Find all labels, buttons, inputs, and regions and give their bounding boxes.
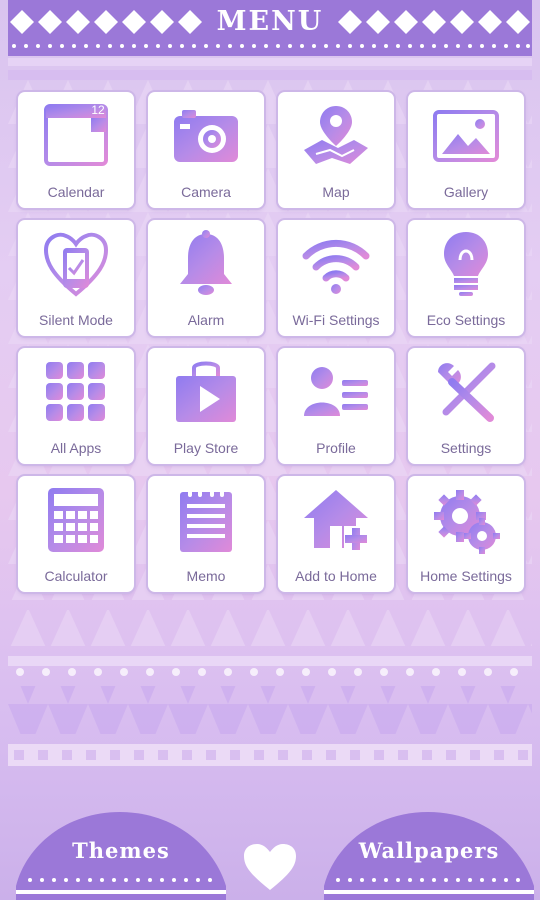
tile-label: Gallery: [443, 184, 489, 200]
app-grid-icon: [46, 362, 105, 421]
alarm-bell-icon: [180, 230, 232, 295]
play-store-icon: [176, 361, 236, 422]
tile-label: Memo: [186, 568, 226, 584]
tile-calculator[interactable]: Calculator: [18, 476, 134, 592]
calendar-day-badge: 12: [91, 103, 105, 117]
tile-label: Add to Home: [295, 568, 377, 584]
tile-label: Camera: [181, 184, 231, 200]
tile-all-apps[interactable]: All Apps: [18, 348, 134, 464]
header-bar: MENU: [8, 0, 532, 56]
tile-label: Calendar: [47, 184, 105, 200]
gallery-icon: [433, 110, 499, 162]
app-grid: 12 Calendar Camera Map Gallery Silent Mo…: [18, 92, 524, 596]
tile-gallery[interactable]: Gallery: [408, 92, 524, 208]
tile-camera[interactable]: Camera: [148, 92, 264, 208]
add-home-icon: [304, 490, 368, 550]
tools-icon: [438, 362, 496, 422]
tile-profile[interactable]: Profile: [278, 348, 394, 464]
silent-mode-icon: [43, 232, 109, 297]
decor-stripe: [8, 58, 532, 66]
map-icon: [304, 106, 368, 164]
profile-icon: [304, 367, 368, 416]
tile-label: Wi-Fi Settings: [292, 312, 380, 328]
wallpapers-label: Wallpapers: [358, 838, 500, 863]
tile-map[interactable]: Map: [278, 92, 394, 208]
tile-label: All Apps: [50, 440, 102, 456]
wallpapers-button[interactable]: Wallpapers: [324, 808, 534, 900]
tile-label: Alarm: [187, 312, 225, 328]
tile-label: Home Settings: [420, 568, 512, 584]
tile-eco-settings[interactable]: Eco Settings: [408, 220, 524, 336]
bulb-icon: [444, 232, 488, 296]
tile-label: Play Store: [173, 440, 239, 456]
tile-alarm[interactable]: Alarm: [148, 220, 264, 336]
camera-icon: [174, 110, 238, 162]
tile-play-store[interactable]: Play Store: [148, 348, 264, 464]
themes-button[interactable]: Themes: [16, 808, 226, 900]
tile-add-to-home[interactable]: Add to Home: [278, 476, 394, 592]
tile-label: Eco Settings: [426, 312, 506, 328]
tile-silent-mode[interactable]: Silent Mode: [18, 220, 134, 336]
wifi-icon: [302, 239, 370, 294]
tile-label: Calculator: [44, 568, 108, 584]
tile-settings[interactable]: Settings: [408, 348, 524, 464]
themes-label: Themes: [72, 838, 170, 863]
gears-icon: [434, 490, 500, 554]
calendar-icon: 12: [44, 103, 108, 166]
tile-wifi-settings[interactable]: Wi-Fi Settings: [278, 220, 394, 336]
tile-calendar[interactable]: 12 Calendar: [18, 92, 134, 208]
tile-label: Settings: [440, 440, 492, 456]
tile-label: Map: [322, 184, 350, 200]
decor-stripe: [8, 70, 532, 80]
heart-icon[interactable]: [242, 842, 298, 892]
tile-home-settings[interactable]: Home Settings: [408, 476, 524, 592]
tile-memo[interactable]: Memo: [148, 476, 264, 592]
memo-icon: [180, 488, 232, 552]
page-title: MENU: [216, 6, 324, 37]
tile-label: Silent Mode: [39, 312, 113, 328]
tile-label: Profile: [316, 440, 356, 456]
calculator-icon: [48, 488, 104, 552]
